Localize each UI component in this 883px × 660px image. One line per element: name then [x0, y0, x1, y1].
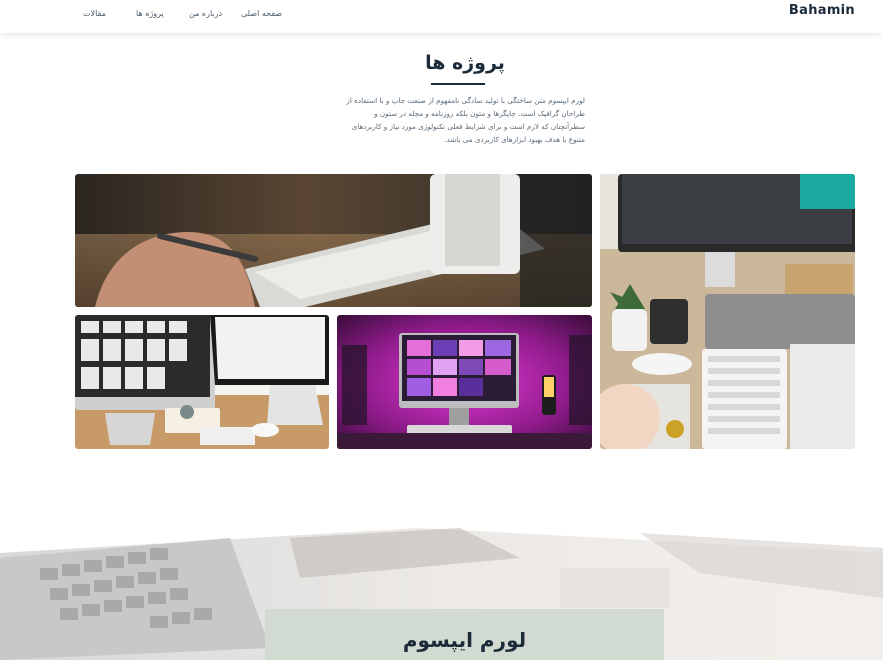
- projects-title: پروژه ها: [425, 52, 505, 74]
- projects-intro: لورم ایپسوم متن ساختگی با تولید سادگی نا…: [346, 96, 585, 144]
- banner-card: لورم ایپسوم: [265, 609, 664, 660]
- project-image-imac-laptop[interactable]: [75, 315, 329, 449]
- keyboard-hand-photo: [75, 174, 592, 307]
- neon-imac-photo: [337, 315, 592, 449]
- page: مقالات پروژه ها درباره من صفحه اصلی Baha…: [0, 0, 883, 660]
- desk-setup-photo: [600, 174, 855, 449]
- main-nav: مقالات پروژه ها درباره من صفحه اصلی: [83, 9, 301, 18]
- imac-laptop-photo: [75, 315, 329, 449]
- nav-link-home[interactable]: صفحه اصلی: [241, 9, 301, 18]
- nav-link-articles[interactable]: مقالات: [83, 9, 136, 18]
- banner-card-title: لورم ایپسوم: [402, 628, 527, 652]
- project-image-keyboard-hand[interactable]: [75, 174, 592, 307]
- brand-logo[interactable]: Bahamin: [789, 3, 855, 18]
- nav-link-about[interactable]: درباره من: [189, 9, 241, 18]
- project-image-desk-setup[interactable]: [600, 174, 855, 449]
- title-underline: [431, 83, 485, 85]
- top-navbar: مقالات پروژه ها درباره من صفحه اصلی Baha…: [0, 0, 883, 33]
- nav-link-projects[interactable]: پروژه ها: [136, 9, 189, 18]
- project-image-neon-imac[interactable]: [337, 315, 592, 449]
